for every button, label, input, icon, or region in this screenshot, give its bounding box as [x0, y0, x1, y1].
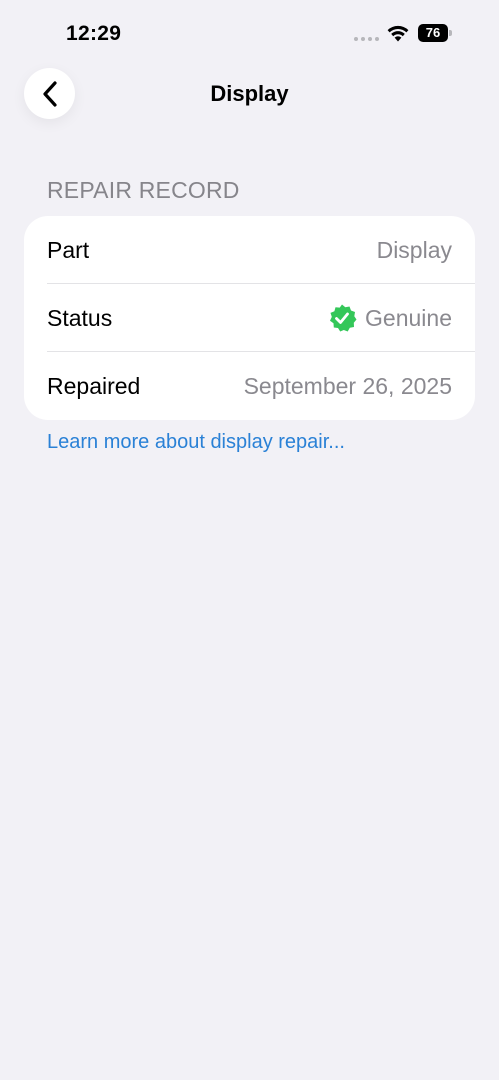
- row-label: Repaired: [47, 372, 141, 399]
- row-label: Part: [47, 236, 90, 263]
- repair-record-card: Part Display Status Genuine Repaired Sep…: [24, 216, 475, 420]
- battery-icon: 76: [418, 24, 452, 42]
- row-status: Status Genuine: [47, 284, 452, 352]
- row-repaired: Repaired September 26, 2025: [47, 352, 452, 420]
- row-part: Part Display: [47, 216, 452, 284]
- status-value: Genuine: [365, 304, 452, 331]
- status-bar: 12:29 76: [0, 0, 499, 60]
- cellular-signal-icon: [354, 37, 379, 41]
- wifi-icon: [387, 25, 409, 42]
- section-header: REPAIR RECORD: [47, 177, 240, 203]
- battery-level: 76: [418, 24, 448, 42]
- row-label: Status: [47, 304, 113, 331]
- status-time: 12:29: [66, 22, 122, 45]
- row-value: Display: [376, 236, 452, 263]
- learn-more-link[interactable]: Learn more about display repair...: [47, 431, 345, 454]
- verified-badge-icon: [330, 304, 357, 332]
- page-title: Display: [210, 81, 289, 106]
- row-value-status: Genuine: [327, 303, 452, 333]
- row-value: September 26, 2025: [243, 372, 452, 399]
